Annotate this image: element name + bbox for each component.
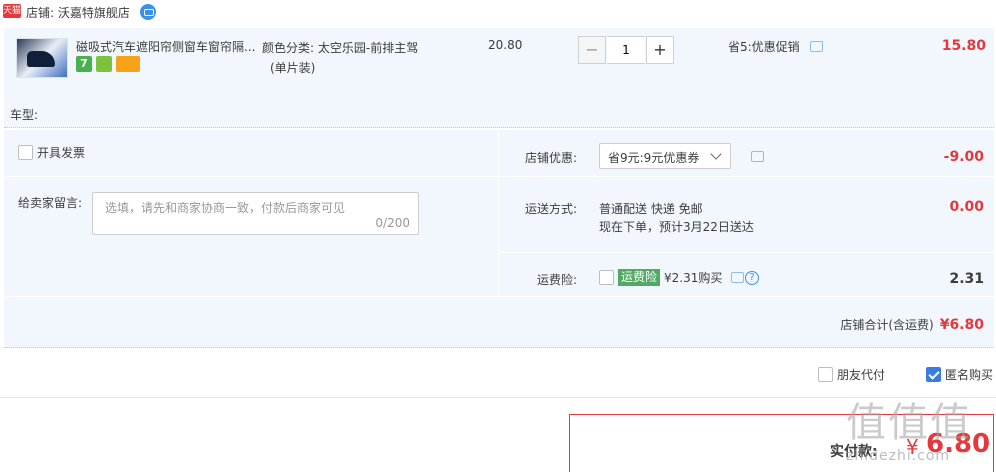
divider — [499, 252, 995, 253]
tmall-badge: 天猫 — [3, 4, 22, 18]
sku-extra: (单片装) — [270, 61, 316, 75]
divider — [4, 296, 994, 297]
promo-chat-icon[interactable] — [810, 41, 823, 52]
left-options: 开具发票 给卖家留言: 选填，请先和商家协商一致，付款后商家可见 0/200 — [4, 130, 498, 296]
shop-header: 天猫 店铺: 沃嘉特旗舰店 — [0, 0, 996, 24]
qty-input[interactable] — [607, 36, 645, 64]
insurance-tag: 运费险 — [618, 269, 661, 286]
shop-total-label: 店铺合计(含运费) — [840, 318, 934, 332]
qty-increase-button[interactable]: + — [646, 36, 674, 64]
invoice-checkbox[interactable] — [18, 145, 33, 160]
unit-price: 20.80 — [488, 38, 523, 52]
message-label: 给卖家留言: — [18, 196, 83, 210]
shield-icon[interactable] — [96, 56, 112, 72]
watermark-url: zhidezhi.com — [846, 448, 951, 464]
shop-name[interactable]: 店铺: 沃嘉特旗舰店 — [26, 4, 130, 21]
shop-total-value: ¥6.80 — [939, 317, 984, 333]
product-thumbnail[interactable] — [16, 38, 68, 78]
sku-value: 太空乐园-前排主驾 — [317, 41, 419, 55]
insurance-value: 2.31 — [949, 271, 984, 287]
shop-total: 店铺合计(含运费) ¥6.80 — [840, 316, 984, 333]
product-sku: 颜色分类: 太空乐园-前排主驾 (单片装) — [262, 38, 452, 78]
item-total: 15.80 — [941, 38, 986, 54]
insurance-checkbox[interactable] — [599, 270, 614, 285]
shipping-eta: 现在下单，预计3月22日送达 — [599, 220, 754, 234]
insurance-label: 运费险: — [537, 273, 578, 287]
message-input[interactable]: 选填，请先和商家协商一致，付款后商家可见 0/200 — [92, 192, 419, 235]
friend-pay-checkbox[interactable] — [818, 367, 833, 382]
coupon-select[interactable]: 省9元:9元优惠券 — [599, 143, 731, 169]
sku-label: 颜色分类: — [262, 41, 315, 55]
message-placeholder: 选填，请先和商家协商一致，付款后商家可见 — [105, 201, 346, 215]
anonymous-option[interactable]: 匿名购买 — [926, 366, 993, 383]
coupon-value: -9.00 — [943, 149, 984, 165]
divider — [499, 176, 995, 177]
seven-day-return-icon[interactable]: 7 — [76, 56, 92, 72]
coupon-chat-icon[interactable] — [751, 151, 764, 162]
shipping-label: 运送方式: — [525, 202, 578, 216]
invoice-option[interactable]: 开具发票 — [18, 144, 85, 161]
shipping-value: 0.00 — [949, 199, 984, 215]
coupon-selected: 省9元:9元优惠券 — [608, 151, 700, 165]
quantity-stepper: − + — [578, 36, 676, 64]
anonymous-checkbox[interactable] — [926, 367, 941, 382]
anonymous-label: 匿名购买 — [945, 368, 994, 382]
friend-pay-label: 朋友代付 — [837, 368, 886, 382]
message-counter: 0/200 — [375, 216, 410, 230]
help-icon[interactable]: ? — [745, 271, 759, 285]
watermark-logo: 值值值 — [846, 400, 972, 446]
qty-decrease-button[interactable]: − — [578, 36, 606, 64]
insurance-price: ¥2.31购买 — [664, 271, 723, 285]
shipping-method: 普通配送 快递 免邮 — [599, 202, 703, 216]
coupon-label: 店铺优惠: — [525, 151, 578, 165]
car-type-label: 车型: — [10, 108, 39, 122]
right-options: 店铺优惠: 省9元:9元优惠券 -9.00 运送方式: 普通配送 快递 免邮 现… — [498, 130, 995, 296]
insurance-chat-icon[interactable] — [731, 272, 744, 283]
insurance-option[interactable]: 运费险 ¥2.31购买 — [599, 269, 722, 286]
credit-card-icon[interactable] — [116, 56, 140, 72]
order-item: 磁吸式汽车遮阳帘侧窗车窗帘隔... 7 颜色分类: 太空乐园-前排主驾 (单片装… — [4, 28, 994, 128]
promo-text: 省5:优惠促销 — [728, 40, 800, 54]
shop-options: 开具发票 给卖家留言: 选填，请先和商家协商一致，付款后商家可见 0/200 店… — [4, 130, 995, 348]
product-title[interactable]: 磁吸式汽车遮阳帘侧窗车窗帘隔... — [76, 38, 256, 55]
friend-pay-option[interactable]: 朋友代付 — [818, 366, 885, 383]
shipping-info: 普通配送 快递 免邮 现在下单，预计3月22日送达 — [599, 200, 754, 236]
chevron-down-icon — [710, 148, 722, 160]
invoice-label: 开具发票 — [37, 146, 86, 160]
divider — [4, 176, 498, 177]
chat-icon[interactable] — [140, 4, 156, 20]
